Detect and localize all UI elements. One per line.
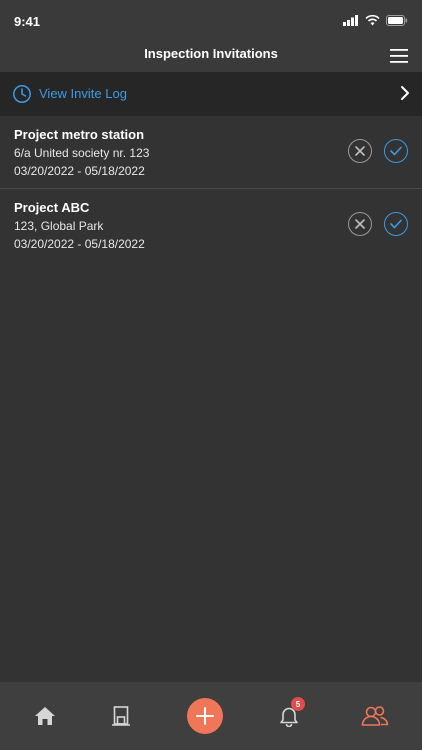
tab-home[interactable] [29,700,61,732]
clock-icon [13,85,31,103]
chevron-right-icon [401,86,409,100]
project-name: Project ABC [14,200,90,215]
tab-people[interactable] [359,700,391,732]
accept-invitation-button[interactable] [384,212,408,236]
project-name: Project metro station [14,127,145,142]
reject-invitation-button[interactable] [348,139,372,163]
reject-invitation-button[interactable] [348,212,372,236]
page-title: Inspection Invitations [144,46,278,61]
cellular-signal-icon [343,15,358,26]
project-address: 123, Global Park [14,219,104,233]
close-icon [355,146,365,156]
status-icons [343,15,408,26]
people-icon [361,706,389,726]
accept-invitation-button[interactable] [384,139,408,163]
close-icon [355,219,365,229]
tab-bar: 5 [0,682,422,750]
project-dates: 03/20/2022 - 05/18/2022 [14,237,145,251]
view-invite-log-button[interactable]: View Invite Log [0,72,422,116]
invitation-row: Project metro station 6/a United society… [0,116,422,189]
battery-icon [386,15,408,26]
invitations-list: Project metro station 6/a United society… [0,116,422,261]
invitation-row: Project ABC 123, Global Park 03/20/2022 … [0,189,422,261]
nav-bar: Inspection Invitations [0,40,422,72]
home-icon [35,707,55,725]
wifi-icon [365,15,380,26]
tab-building[interactable] [105,700,137,732]
project-dates: 03/20/2022 - 05/18/2022 [14,164,145,178]
project-address: 6/a United society nr. 123 [14,146,150,160]
menu-button[interactable] [388,45,410,67]
tab-notifications[interactable]: 5 [273,697,305,732]
status-bar: 9:41 [0,0,422,40]
checkmark-icon [390,146,402,156]
checkmark-icon [390,219,402,229]
status-time: 9:41 [14,14,41,29]
view-invite-log-label: View Invite Log [39,86,127,101]
add-button[interactable] [187,698,223,734]
building-icon [112,706,130,726]
plus-icon [196,707,214,725]
notification-count-badge: 5 [291,697,305,711]
hamburger-menu-icon [390,49,408,63]
